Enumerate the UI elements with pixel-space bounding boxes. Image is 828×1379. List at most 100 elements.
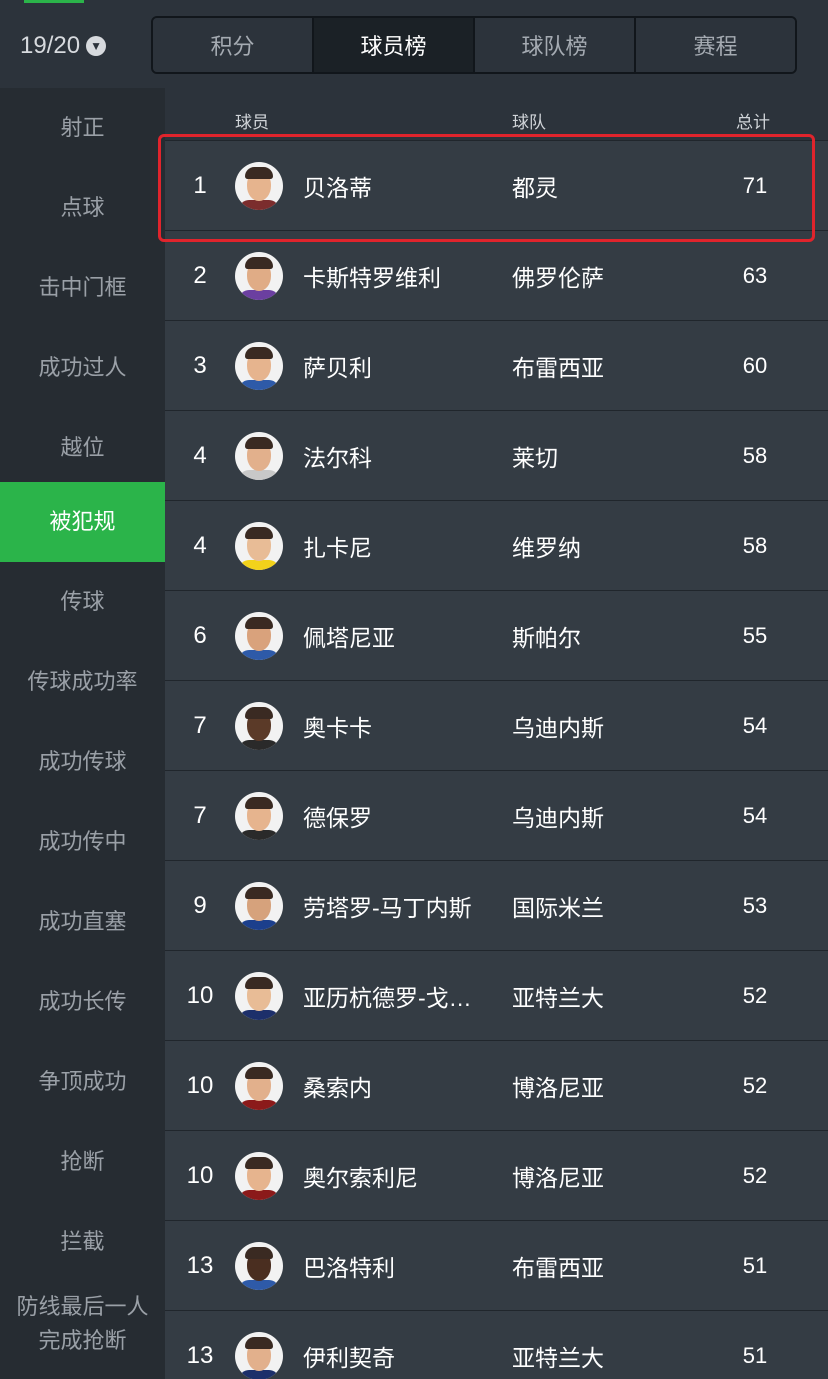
table-row[interactable]: 3 萨贝利 布雷西亚 60 xyxy=(165,320,828,410)
rank: 9 xyxy=(193,892,207,919)
table-row[interactable]: 2 卡斯特罗维利 佛罗伦萨 63 xyxy=(165,230,828,320)
player-avatar xyxy=(235,792,283,840)
team-name: 布雷西亚 xyxy=(512,1255,604,1281)
main-tabs: 积分 球员榜 球队榜 赛程 xyxy=(151,16,797,74)
stat-total: 71 xyxy=(742,173,768,198)
player-avatar xyxy=(235,432,283,480)
stat-total: 55 xyxy=(742,623,768,648)
table-row[interactable]: 9 劳塔罗-马丁内斯 国际米兰 53 xyxy=(165,860,828,950)
player-avatar xyxy=(235,252,283,300)
table-row[interactable]: 4 扎卡尼 维罗纳 58 xyxy=(165,500,828,590)
table-row[interactable]: 6 佩塔尼亚 斯帕尔 55 xyxy=(165,590,828,680)
tab-team-ranking[interactable]: 球队榜 xyxy=(475,18,636,72)
rank: 7 xyxy=(193,802,207,829)
stat-total: 58 xyxy=(742,443,768,468)
stat-total: 63 xyxy=(742,263,768,288)
rank: 4 xyxy=(193,532,207,559)
tab-schedule[interactable]: 赛程 xyxy=(636,18,795,72)
player-name: 劳塔罗-马丁内斯 xyxy=(303,895,472,921)
player-avatar xyxy=(235,1152,283,1200)
team-name: 莱切 xyxy=(512,445,558,471)
stat-total: 52 xyxy=(742,1073,768,1098)
rank: 10 xyxy=(186,982,214,1009)
team-name: 亚特兰大 xyxy=(512,1345,604,1371)
player-avatar xyxy=(235,1242,283,1290)
rank: 10 xyxy=(186,1072,214,1099)
table-row[interactable]: 13 巴洛特利 布雷西亚 51 xyxy=(165,1220,828,1310)
player-avatar xyxy=(235,702,283,750)
table-row[interactable]: 13 伊利契奇 亚特兰大 51 xyxy=(165,1310,828,1379)
table-header: 球员 球队 总计 xyxy=(165,88,828,138)
rank: 13 xyxy=(186,1342,214,1369)
player-avatar xyxy=(235,612,283,660)
column-header-team: 球队 xyxy=(512,113,546,132)
chevron-down-icon: ▼ xyxy=(86,36,107,56)
table-row[interactable]: 7 奥卡卡 乌迪内斯 54 xyxy=(165,680,828,770)
player-name: 萨贝利 xyxy=(303,355,372,381)
sidebar-item-long-balls[interactable]: 成功长传 xyxy=(0,962,165,1042)
top-accent-line xyxy=(24,0,84,3)
stat-total: 60 xyxy=(742,353,768,378)
player-avatar xyxy=(235,162,283,210)
rank: 6 xyxy=(193,622,207,649)
rank: 7 xyxy=(193,712,207,739)
stat-category-sidebar: 射正 点球 击中门框 成功过人 越位 被犯规 传球 传球成功率 成功传球 成功传… xyxy=(0,88,165,1379)
team-name: 博洛尼亚 xyxy=(512,1165,604,1191)
sidebar-item-aerials-won[interactable]: 争顶成功 xyxy=(0,1042,165,1122)
rank: 4 xyxy=(193,442,207,469)
sidebar-item-label-line1: 防线最后一人 xyxy=(16,1294,149,1319)
team-name: 国际米兰 xyxy=(512,895,604,921)
table-row[interactable]: 10 亚历杭德罗-戈… 亚特兰大 52 xyxy=(165,950,828,1040)
sidebar-item-last-man-tackle[interactable]: 防线最后一人 完成抢断 xyxy=(0,1282,165,1366)
player-name: 奥尔索利尼 xyxy=(303,1165,418,1191)
sidebar-item-penalties[interactable]: 点球 xyxy=(0,168,165,248)
player-avatar xyxy=(235,972,283,1020)
sidebar-item-pass-accuracy[interactable]: 传球成功率 xyxy=(0,642,165,722)
player-name: 佩塔尼亚 xyxy=(303,625,395,651)
player-name: 桑索内 xyxy=(303,1075,372,1101)
team-name: 佛罗伦萨 xyxy=(512,265,604,291)
stat-total: 54 xyxy=(742,713,768,738)
sidebar-item-passes[interactable]: 传球 xyxy=(0,562,165,642)
rank: 10 xyxy=(186,1162,214,1189)
team-name: 乌迪内斯 xyxy=(512,805,604,831)
sidebar-item-successful-crosses[interactable]: 成功传中 xyxy=(0,802,165,882)
player-name: 奥卡卡 xyxy=(303,715,372,741)
player-name: 德保罗 xyxy=(303,805,372,831)
table-row[interactable]: 10 奥尔索利尼 博洛尼亚 52 xyxy=(165,1130,828,1220)
rank: 13 xyxy=(186,1252,214,1279)
tab-standings[interactable]: 积分 xyxy=(153,18,314,72)
sidebar-item-successful-dribbles[interactable]: 成功过人 xyxy=(0,328,165,408)
tab-player-ranking[interactable]: 球员榜 xyxy=(314,18,475,72)
table-row[interactable]: 7 德保罗 乌迪内斯 54 xyxy=(165,770,828,860)
sidebar-item-fouled[interactable]: 被犯规 xyxy=(0,482,165,562)
player-name: 贝洛蒂 xyxy=(303,175,372,201)
table-row[interactable]: 4 法尔科 莱切 58 xyxy=(165,410,828,500)
player-avatar xyxy=(235,342,283,390)
stat-total: 54 xyxy=(742,803,768,828)
stat-total: 58 xyxy=(742,533,768,558)
table-row[interactable]: 1 贝洛蒂 都灵 71 xyxy=(165,140,828,230)
rank: 2 xyxy=(193,262,207,289)
sidebar-item-through-balls[interactable]: 成功直塞 xyxy=(0,882,165,962)
team-name: 布雷西亚 xyxy=(512,355,604,381)
sidebar-item-label-line2: 完成抢断 xyxy=(38,1328,127,1353)
season-label: 19/20 xyxy=(20,32,81,59)
team-name: 博洛尼亚 xyxy=(512,1075,604,1101)
sidebar-item-shots-on-target[interactable]: 射正 xyxy=(0,88,165,168)
team-name: 斯帕尔 xyxy=(512,625,581,651)
season-selector[interactable]: 19/20 ▼ xyxy=(20,26,107,66)
column-header-player: 球员 xyxy=(235,113,269,132)
sidebar-item-hit-woodwork[interactable]: 击中门框 xyxy=(0,248,165,328)
sidebar-item-interceptions[interactable]: 拦截 xyxy=(0,1202,165,1282)
player-ranking-table: 球员 球队 总计 1 贝洛蒂 都灵 71 2 卡斯特罗维利 佛罗伦萨 63 3 萨贝利 布雷西亚 60… xyxy=(165,88,828,1379)
player-avatar xyxy=(235,522,283,570)
player-name: 巴洛特利 xyxy=(303,1255,395,1281)
sidebar-item-offsides[interactable]: 越位 xyxy=(0,408,165,488)
sidebar-item-successful-passes[interactable]: 成功传球 xyxy=(0,722,165,802)
table-row[interactable]: 10 桑索内 博洛尼亚 52 xyxy=(165,1040,828,1130)
player-name: 伊利契奇 xyxy=(303,1345,395,1371)
sidebar-item-tackles[interactable]: 抢断 xyxy=(0,1122,165,1202)
stat-total: 51 xyxy=(742,1253,768,1278)
player-avatar xyxy=(235,882,283,930)
